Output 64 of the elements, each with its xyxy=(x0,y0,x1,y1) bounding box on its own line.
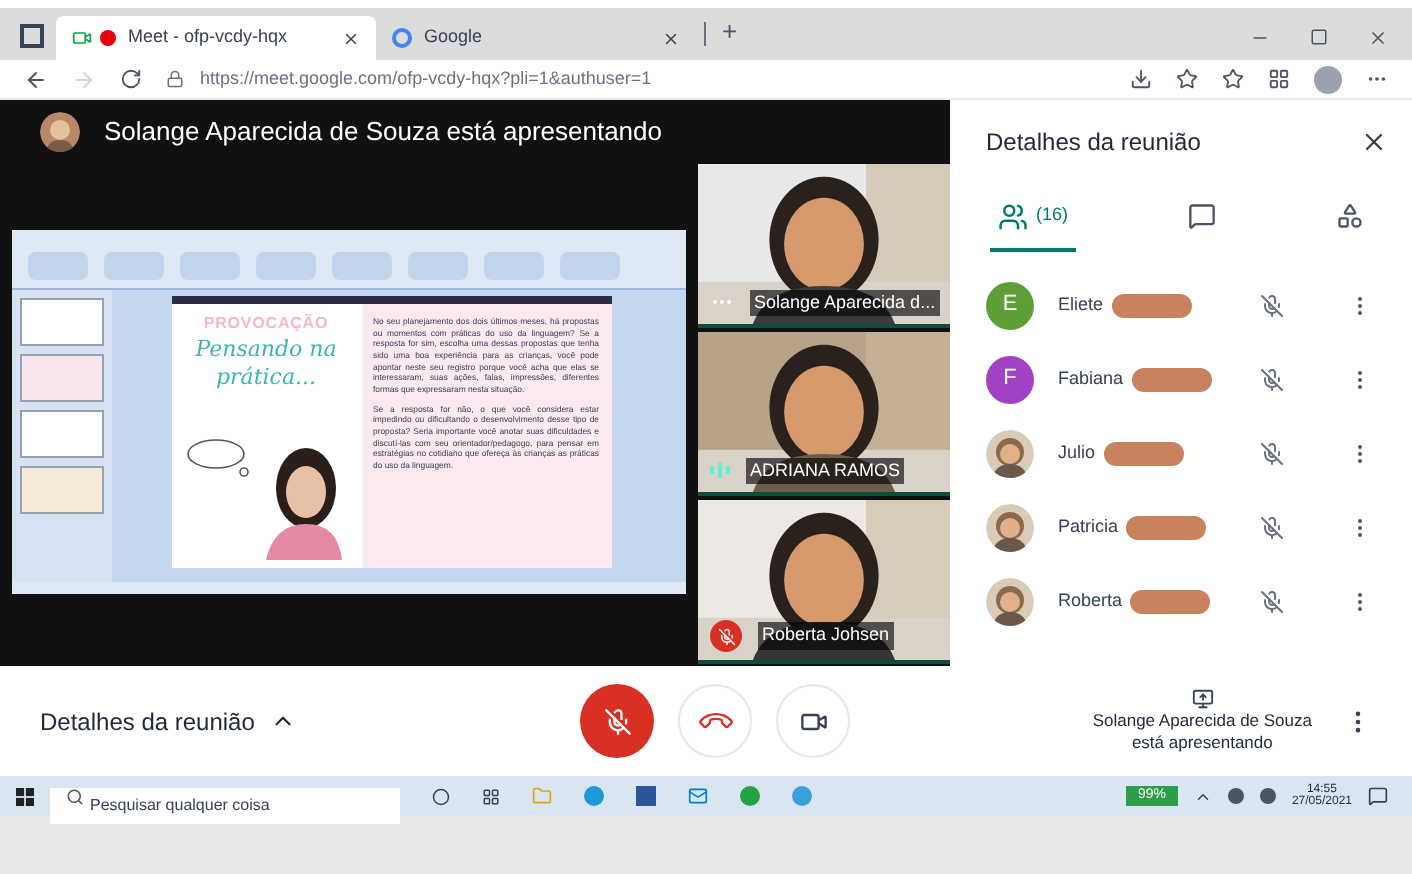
panel-title: Detalhes da reunião xyxy=(986,126,1201,160)
muted-mic-icon xyxy=(1260,441,1284,465)
participant-row[interactable]: Roberta xyxy=(974,564,1388,638)
close-icon[interactable] xyxy=(342,29,360,47)
address-field[interactable]: https://meet.google.com/ofp-vcdy-hqx?pli=1&authuser=1 xyxy=(166,65,1106,93)
presenter-text: Solange Aparecida de Souza está apresentando xyxy=(104,114,662,151)
favorite-icon[interactable] xyxy=(1176,68,1198,90)
close-icon[interactable] xyxy=(1360,128,1388,156)
muted-mic-icon xyxy=(1260,293,1284,317)
participant-name: Solange Aparecida d... xyxy=(750,289,940,316)
search-icon xyxy=(66,787,84,805)
collections-icon[interactable] xyxy=(1268,68,1290,90)
windows-logo-icon[interactable] xyxy=(16,787,34,805)
slide-heading: PROVOCAÇÃO xyxy=(203,312,329,336)
camera-button[interactable] xyxy=(776,684,850,758)
participant-name: Patricia xyxy=(1058,513,1119,540)
panel-tab[interactable]: (16) xyxy=(990,184,1077,252)
task-view-icon[interactable] xyxy=(482,787,500,805)
profile-icon[interactable] xyxy=(1314,65,1342,93)
thought-bubble-drawing xyxy=(183,436,255,480)
participant-name: Roberta Johsen xyxy=(758,622,894,650)
hang-up-button[interactable] xyxy=(678,684,752,758)
participant-row[interactable]: F Fabiana xyxy=(974,342,1388,416)
tab-actions-icon[interactable] xyxy=(20,24,44,48)
participant-row[interactable]: Julio xyxy=(974,416,1388,490)
participant-name: Eliete xyxy=(1058,291,1104,318)
participant-name: Julio xyxy=(1058,439,1096,466)
people-icon xyxy=(998,201,1028,231)
activities-icon xyxy=(1335,202,1364,230)
present-screen-icon[interactable] xyxy=(1191,688,1214,711)
new-tab-icon[interactable]: + xyxy=(722,14,738,52)
mail-icon[interactable] xyxy=(688,786,708,806)
url-text: https://meet.google.com/ofp-vcdy-hqx?pli=1&authuser=1 xyxy=(200,65,652,92)
reload-icon[interactable] xyxy=(120,68,142,90)
avatar: F xyxy=(986,355,1034,403)
mic-off-icon xyxy=(603,707,631,735)
notifications-icon[interactable] xyxy=(1368,786,1388,806)
cortana-icon[interactable] xyxy=(432,787,450,805)
participant-name: Fabiana xyxy=(1058,365,1124,392)
slide-title: Pensando na prática... xyxy=(195,336,337,391)
close-icon[interactable] xyxy=(662,29,680,47)
participant-name: ADRIANA RAMOS xyxy=(746,457,905,484)
chat-icon xyxy=(1188,202,1216,230)
meeting-details-button[interactable]: Detalhes da reunião xyxy=(40,703,580,739)
microphone-button[interactable] xyxy=(580,684,654,758)
participant-row[interactable]: E Eliete xyxy=(974,268,1388,342)
browser-tab[interactable]: Meet - ofp-vcdy-hqx xyxy=(56,16,376,60)
back-icon[interactable] xyxy=(24,67,48,91)
participant-row[interactable]: Patricia xyxy=(974,490,1388,564)
close-icon[interactable] xyxy=(1368,28,1388,48)
download-icon[interactable] xyxy=(1130,68,1152,90)
avatar: E xyxy=(986,281,1034,329)
muted-mic-icon xyxy=(1260,367,1284,391)
muted-mic-icon xyxy=(1260,515,1284,539)
google-icon xyxy=(392,28,412,48)
taskbar-search-field[interactable]: Pesquisar qualquer coisa xyxy=(50,787,400,823)
muted-mic-icon xyxy=(1260,589,1284,613)
presenting-status: Solange Aparecida de Souza está apresentando xyxy=(1092,710,1312,754)
lock-icon xyxy=(166,70,184,88)
restore-icon[interactable] xyxy=(1310,28,1328,46)
favorites-icon[interactable] xyxy=(1222,68,1244,90)
participant-name: Roberta xyxy=(1058,587,1123,614)
video-icon xyxy=(72,28,92,48)
audio-level-icon xyxy=(710,460,730,481)
